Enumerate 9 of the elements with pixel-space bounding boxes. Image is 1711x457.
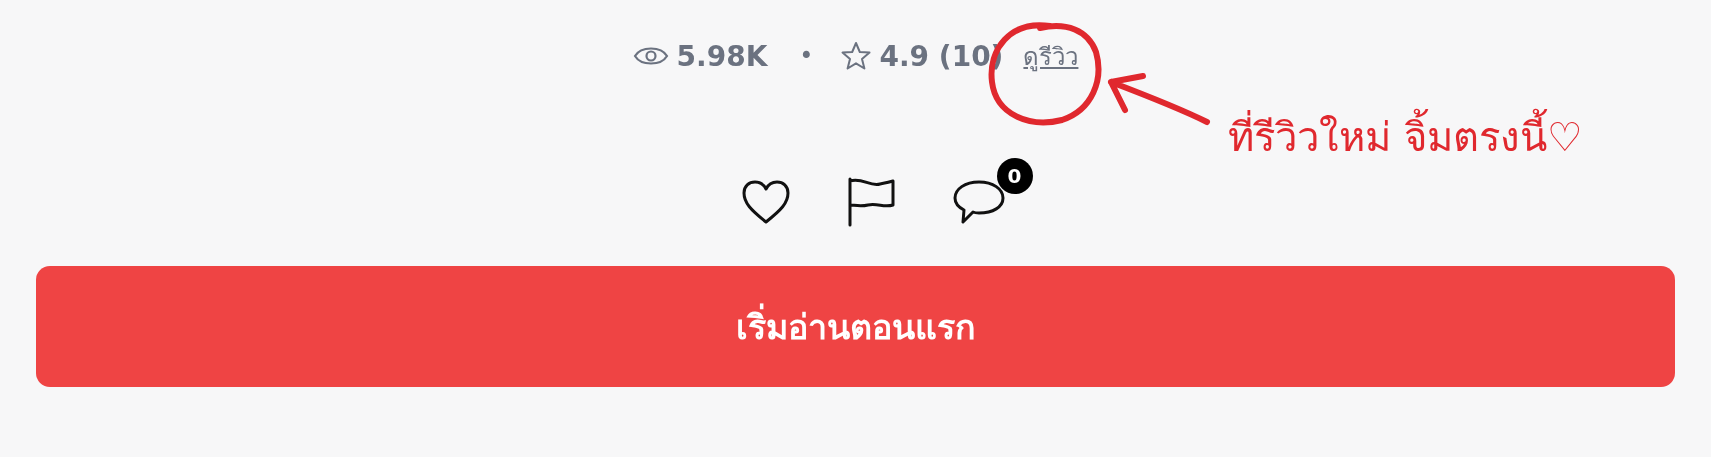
heart-icon[interactable] [740,179,791,225]
star-icon [839,40,872,72]
view-count: 5.98K [676,39,768,73]
view-reviews-link[interactable]: ดูรีวิว [1023,36,1079,76]
separator-dot: • [799,42,814,70]
comment-count-badge: 0 [996,158,1033,194]
start-reading-button[interactable]: เริ่มอ่านตอนแรก [36,266,1675,387]
annotation-note: ที่รีวิวใหม่ จิ้มตรงนี้♡ [1228,105,1583,169]
views-eye-icon [632,44,669,68]
